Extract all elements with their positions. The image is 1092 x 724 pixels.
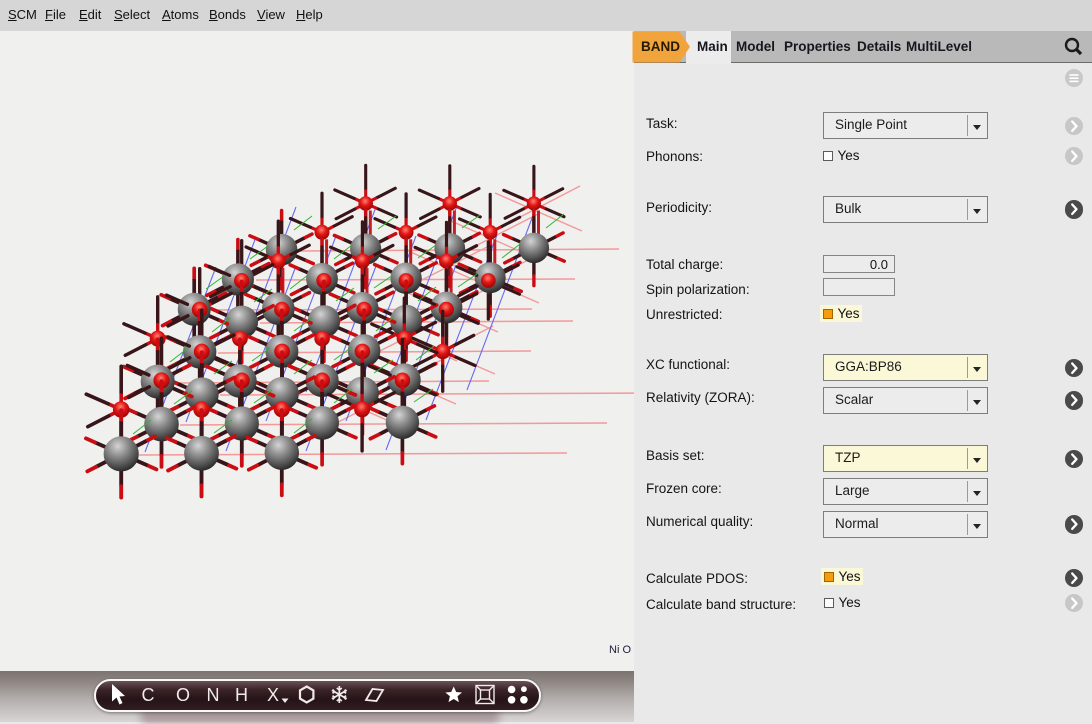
svg-text:O: O [176, 685, 190, 705]
svg-text:X: X [267, 685, 279, 705]
svg-text:N: N [207, 685, 220, 705]
svg-text:H: H [235, 685, 248, 705]
svg-text:C: C [142, 685, 155, 705]
